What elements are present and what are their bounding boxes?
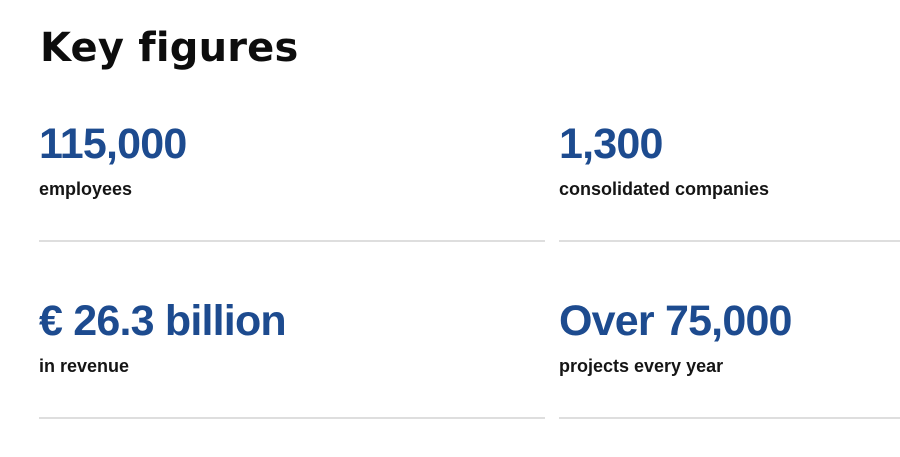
key-figure-revenue: € 26.3 billion in revenue [39,297,545,419]
figure-label: in revenue [39,356,130,376]
key-figure-projects: Over 75,000 projects every year [559,297,900,419]
page-title: Key figures [40,25,299,71]
figure-value: 115,000 [39,120,187,168]
figure-value: Over 75,000 [559,297,792,345]
figure-label: consolidated companies [559,179,770,199]
key-figure-companies: 1,300 consolidated companies [559,120,900,242]
figure-label: employees [39,179,133,199]
figure-value: 1,300 [559,120,663,168]
figure-label: projects every year [559,356,724,376]
figure-value: € 26.3 billion [39,297,287,345]
key-figure-employees: 115,000 employees [39,120,545,242]
